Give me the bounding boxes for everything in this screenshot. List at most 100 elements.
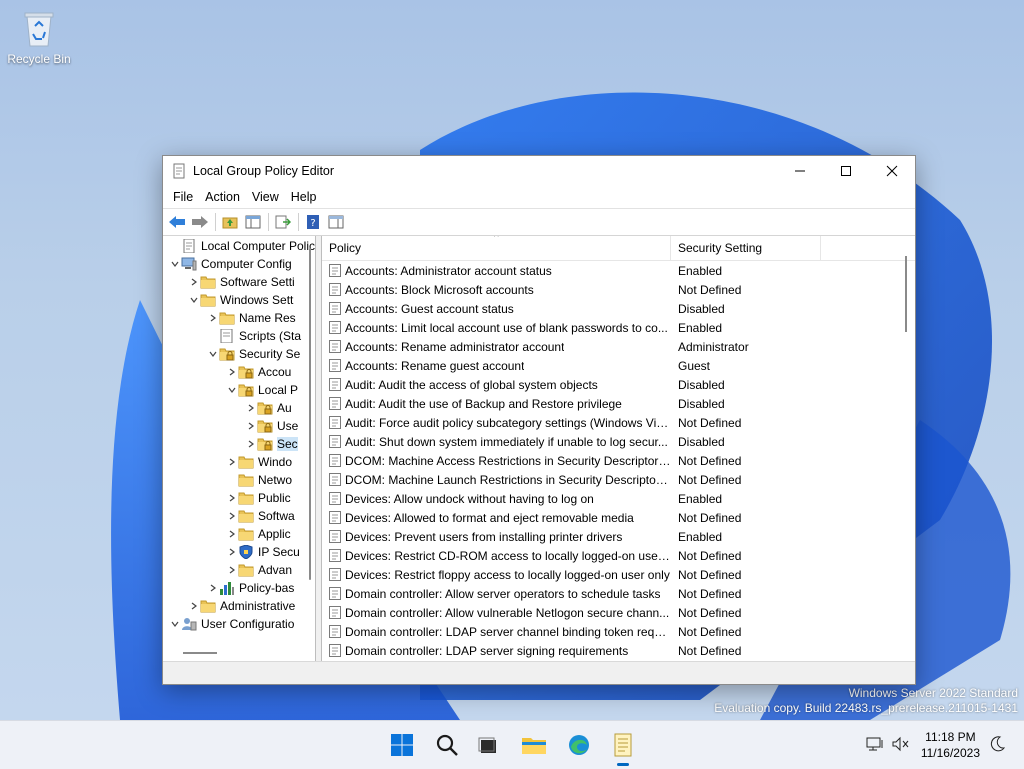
network-icon[interactable] <box>866 736 884 755</box>
tree-node-label: Use <box>277 419 299 433</box>
task-view-button[interactable] <box>470 727 506 763</box>
edge-button[interactable] <box>561 727 597 763</box>
policy-name: Devices: Restrict CD-ROM access to local… <box>345 548 671 563</box>
toolbar-separator <box>298 213 299 231</box>
tree-node[interactable]: Local P <box>163 381 315 399</box>
policy-row[interactable]: DCOM: Machine Launch Restrictions in Sec… <box>322 470 915 489</box>
chevron-right-icon[interactable] <box>226 561 238 579</box>
tree-node[interactable]: Accou <box>163 363 315 381</box>
policy-row[interactable]: Accounts: Rename administrator account Ad… <box>322 337 915 356</box>
menu-action[interactable]: Action <box>199 190 246 204</box>
tree-node[interactable]: Computer Config <box>163 255 315 273</box>
help-button[interactable]: ? <box>302 211 324 233</box>
policy-name: Domain controller: Allow vulnerable Netl… <box>345 605 670 620</box>
chevron-down-icon[interactable] <box>169 255 181 273</box>
tree-node[interactable]: Name Res <box>163 309 315 327</box>
chevron-right-icon[interactable] <box>226 453 238 471</box>
maximize-button[interactable] <box>823 156 869 186</box>
tree-node[interactable]: Public <box>163 489 315 507</box>
gpedit-taskbar-button[interactable] <box>605 727 641 763</box>
minimize-button[interactable] <box>777 156 823 186</box>
menu-help[interactable]: Help <box>285 190 323 204</box>
show-hide-tree-button[interactable] <box>242 211 264 233</box>
tree-node[interactable]: Windows Sett <box>163 291 315 309</box>
policy-row[interactable]: Accounts: Limit local account use of bla… <box>322 318 915 337</box>
policy-row[interactable]: Devices: Prevent users from installing p… <box>322 527 915 546</box>
policy-row[interactable]: Devices: Restrict CD-ROM access to local… <box>322 546 915 565</box>
tree-node[interactable]: Windo <box>163 453 315 471</box>
column-header-security-setting[interactable]: Security Setting <box>671 236 821 260</box>
policy-row[interactable]: Accounts: Rename guest account Guest <box>322 356 915 375</box>
tree-scrollbar-thumb[interactable] <box>309 248 311 580</box>
tree-node[interactable]: Softwa <box>163 507 315 525</box>
tree-node[interactable]: Software Setti <box>163 273 315 291</box>
tree-node[interactable]: Scripts (Sta <box>163 327 315 345</box>
search-button[interactable] <box>429 727 465 763</box>
menu-view[interactable]: View <box>246 190 285 204</box>
file-explorer-button[interactable] <box>516 727 552 763</box>
tree-node[interactable]: Security Se <box>163 345 315 363</box>
policy-row[interactable]: Domain controller: LDAP server signing r… <box>322 641 915 660</box>
chevron-right-icon[interactable] <box>245 399 257 417</box>
tree-node[interactable]: Local Computer Polic <box>163 237 315 255</box>
policy-row[interactable]: DCOM: Machine Access Restrictions in Sec… <box>322 451 915 470</box>
tree-node[interactable]: Au <box>163 399 315 417</box>
tree-node[interactable]: Applic <box>163 525 315 543</box>
chevron-right-icon[interactable] <box>245 435 257 453</box>
chevron-right-icon[interactable] <box>188 597 200 615</box>
chevron-down-icon[interactable] <box>188 291 200 309</box>
chevron-right-icon[interactable] <box>226 489 238 507</box>
chevron-down-icon[interactable] <box>207 345 219 363</box>
chevron-right-icon[interactable] <box>226 543 238 561</box>
chevron-right-icon[interactable] <box>245 417 257 435</box>
tree-node[interactable]: Sec <box>163 435 315 453</box>
chevron-right-icon[interactable] <box>226 525 238 543</box>
chevron-down-icon[interactable] <box>169 615 181 633</box>
tree-node[interactable]: IP Secu <box>163 543 315 561</box>
chevron-right-icon[interactable] <box>207 309 219 327</box>
title-bar[interactable]: Local Group Policy Editor <box>163 156 915 186</box>
gpedit-window: Local Group Policy Editor File Action Vi… <box>162 155 916 685</box>
close-button[interactable] <box>869 156 915 186</box>
policy-row[interactable]: Audit: Audit the use of Backup and Resto… <box>322 394 915 413</box>
start-button[interactable] <box>384 727 420 763</box>
policy-row[interactable]: Accounts: Block Microsoft accounts Not De… <box>322 280 915 299</box>
moon-icon[interactable] <box>988 735 1006 756</box>
back-button[interactable] <box>166 211 188 233</box>
chevron-right-icon[interactable] <box>226 507 238 525</box>
policy-row[interactable]: Domain controller: Allow vulnerable Netl… <box>322 603 915 622</box>
menu-file[interactable]: File <box>167 190 199 204</box>
tree-node[interactable]: Use <box>163 417 315 435</box>
policy-row[interactable]: Devices: Allowed to format and eject rem… <box>322 508 915 527</box>
export-list-button[interactable] <box>272 211 294 233</box>
forward-button[interactable] <box>189 211 211 233</box>
tree-node[interactable]: Policy-bas <box>163 579 315 597</box>
policy-row[interactable]: Accounts: Administrator account status En… <box>322 261 915 280</box>
policy-row[interactable]: Audit: Force audit policy subcategory se… <box>322 413 915 432</box>
chevron-right-icon[interactable] <box>207 579 219 597</box>
policy-row[interactable]: Domain controller: Allow server operator… <box>322 584 915 603</box>
chevron-right-icon[interactable] <box>188 273 200 291</box>
chevron-right-icon[interactable] <box>226 363 238 381</box>
policy-setting-icon <box>329 416 341 429</box>
tree-node[interactable]: Administrative <box>163 597 315 615</box>
volume-muted-icon[interactable] <box>892 736 910 755</box>
policy-row[interactable]: Audit: Audit the access of global system… <box>322 375 915 394</box>
policy-row[interactable]: Domain controller: LDAP server channel b… <box>322 622 915 641</box>
up-one-level-button[interactable] <box>219 211 241 233</box>
policy-rows: Accounts: Administrator account status En… <box>322 261 915 660</box>
tree-node[interactable]: Advan <box>163 561 315 579</box>
policy-row[interactable]: Devices: Restrict floppy access to local… <box>322 565 915 584</box>
chevron-down-icon[interactable] <box>226 381 238 399</box>
tree-horizontal-scrollbar-thumb[interactable] <box>183 652 217 654</box>
show-action-pane-button[interactable] <box>325 211 347 233</box>
clock[interactable]: 11:18 PM 11/16/2023 <box>921 729 980 761</box>
tree-node[interactable]: User Configuratio <box>163 615 315 633</box>
list-scrollbar-thumb[interactable] <box>905 256 907 332</box>
policy-row[interactable]: Accounts: Guest account status Disabled <box>322 299 915 318</box>
recycle-bin[interactable]: Recycle Bin <box>6 8 72 66</box>
policy-row[interactable]: Devices: Allow undock without having to … <box>322 489 915 508</box>
tree-node[interactable]: Netwo <box>163 471 315 489</box>
policy-row[interactable]: Audit: Shut down system immediately if u… <box>322 432 915 451</box>
policy-name: Accounts: Block Microsoft accounts <box>345 282 534 297</box>
